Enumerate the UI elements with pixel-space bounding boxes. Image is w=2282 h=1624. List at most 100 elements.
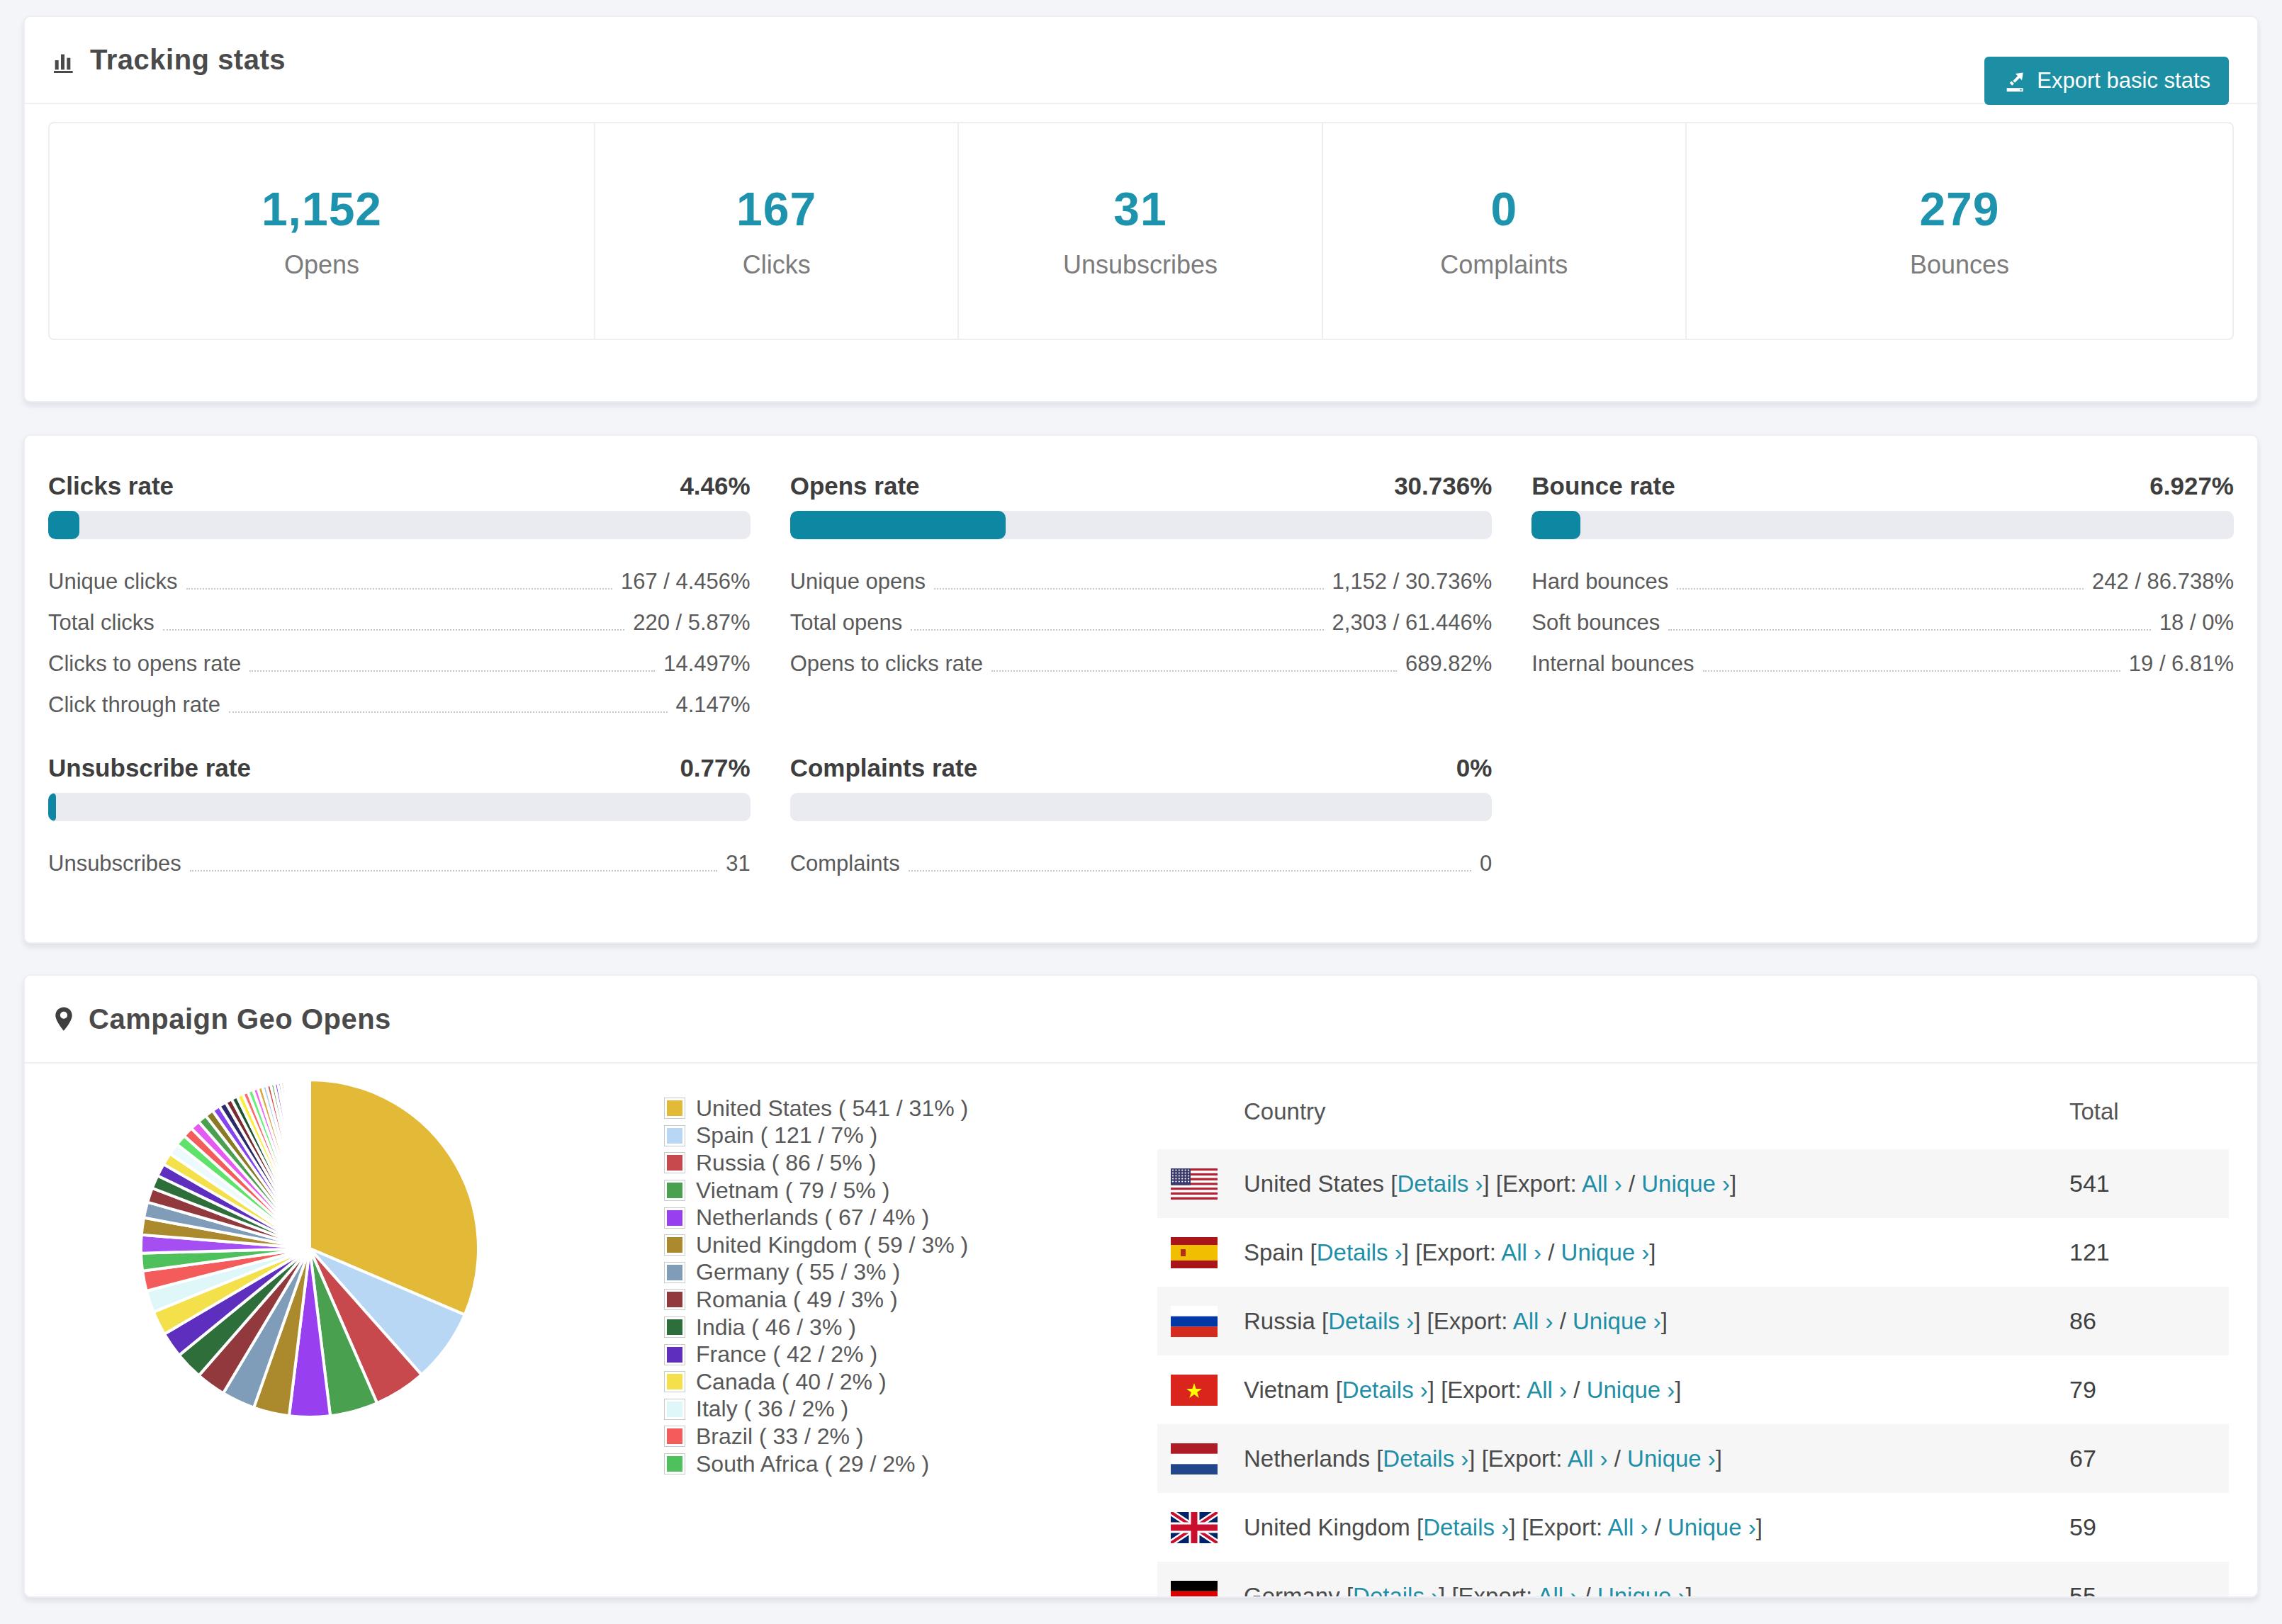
divider [25,103,2257,104]
complaints-progress-bar [790,793,1493,821]
export-all-link[interactable]: All › [1527,1377,1567,1403]
details-link[interactable]: Details › [1353,1583,1439,1598]
legend-color-swatch [665,1153,685,1173]
dotted-leader [186,588,612,590]
export-basic-stats-button[interactable]: Export basic stats [1984,57,2229,105]
stat-box-opens: 1,152Opens [50,123,595,339]
export-all-link[interactable]: All › [1582,1171,1622,1197]
dotted-leader [229,711,668,713]
stat-label: Bounces [1910,250,2009,280]
legend-label: Brazil ( 33 / 2% ) [696,1423,864,1450]
geo-table-row-us: United States [Details ›] [Export: All ›… [1157,1149,2229,1218]
rate-row: Clicks to opens rate14.497% [48,643,751,684]
export-all-link[interactable]: All › [1568,1445,1608,1472]
legend-color-swatch [665,1098,685,1118]
rate-row: Unique clicks167 / 4.456% [48,560,751,602]
export-unique-link[interactable]: Unique › [1597,1583,1686,1598]
legend-item: Germany ( 55 / 3% ) [665,1259,968,1287]
rate-title: Complaints rate [790,754,978,782]
total-cell: 121 [2069,1239,2229,1266]
rate-row-label: Click through rate [48,692,220,718]
map-pin-icon [50,1003,77,1034]
legend-label: United Kingdom ( 59 / 3% ) [696,1232,968,1258]
rate-value: 0% [1456,754,1493,782]
legend-label: Netherlands ( 67 / 4% ) [696,1205,929,1231]
rate-title: Unsubscribe rate [48,754,251,782]
country-cell: Russia [Details ›] [Export: All › / Uniq… [1244,1308,1668,1335]
tracking-stats-title: Tracking stats [90,44,286,76]
export-unique-link[interactable]: Unique › [1587,1377,1675,1403]
details-link[interactable]: Details › [1423,1514,1509,1540]
stats-summary-row: 1,152Opens167Clicks31Unsubscribes0Compla… [48,122,2234,340]
geo-table-row-vn: Vietnam [Details ›] [Export: All › / Uni… [1157,1355,2229,1424]
total-cell: 59 [2069,1513,2229,1541]
rate-row-label: Total opens [790,610,903,636]
geo-table-row-de: Germany [Details ›] [Export: All › / Uni… [1157,1562,2229,1598]
legend-label: Canada ( 40 / 2% ) [696,1369,887,1395]
rate-value: 30.736% [1394,472,1492,500]
legend-label: Spain ( 121 / 7% ) [696,1122,877,1149]
rate-row: Total opens 2,303 / 61.446% [790,602,1493,643]
export-all-link[interactable]: All › [1501,1239,1541,1265]
export-all-link[interactable]: All › [1608,1514,1648,1540]
export-all-link[interactable]: All › [1538,1583,1578,1598]
ru-flag-icon [1171,1306,1218,1337]
legend-color-swatch [665,1235,685,1255]
unsubscribe-progress-bar [48,793,751,821]
dotted-leader [1703,670,2120,672]
details-link[interactable]: Details › [1317,1239,1403,1265]
rate-row-label: Opens to clicks rate [790,651,983,677]
opens-progress-bar [790,511,1493,539]
export-unique-link[interactable]: Unique › [1627,1445,1716,1472]
rate-row-label: Clicks to opens rate [48,651,241,677]
rate-row-value: 2,303 / 61.446% [1332,610,1493,636]
geo-table-row-ru: Russia [Details ›] [Export: All › / Uniq… [1157,1287,2229,1355]
legend-label: Germany ( 55 / 3% ) [696,1259,900,1285]
details-link[interactable]: Details › [1383,1445,1468,1472]
legend-color-swatch [665,1454,685,1474]
export-unique-link[interactable]: Unique › [1573,1308,1661,1334]
country-name: United Kingdom [1244,1514,1410,1540]
rate-row-value: 689.82% [1405,651,1492,677]
export-unique-link[interactable]: Unique › [1641,1171,1730,1197]
dotted-leader [911,629,1323,631]
rates-grid: Clicks rate4.46%Unique clicks167 / 4.456… [25,436,2257,884]
stat-value: 0 [1490,182,1517,236]
bar-chart-icon [50,46,79,74]
stat-value: 279 [1919,182,1999,236]
rate-row-label: Unique clicks [48,569,178,594]
details-link[interactable]: Details › [1328,1308,1414,1334]
legend-color-swatch [665,1263,685,1282]
vn-flag-icon [1171,1375,1218,1406]
export-unique-link[interactable]: Unique › [1668,1514,1756,1540]
export-all-link[interactable]: All › [1513,1308,1553,1334]
geo-opens-pie-chart[interactable] [138,1077,481,1420]
country-name: United States [1244,1171,1384,1197]
rate-row-value: 4.147% [676,692,751,718]
country-column-header: Country [1244,1098,1326,1125]
total-cell: 79 [2069,1376,2229,1404]
export-icon [2003,69,2027,93]
legend-item: Brazil ( 33 / 2% ) [665,1423,968,1450]
rate-row: Total clicks220 / 5.87% [48,602,751,643]
rate-row-value: 1,152 / 30.736% [1332,569,1493,594]
details-link[interactable]: Details › [1342,1377,1428,1403]
country-cell: Spain [Details ›] [Export: All › / Uniqu… [1244,1239,1656,1266]
rate-row-label: Unsubscribes [48,851,181,876]
clicks-rate-block: Clicks rate4.46%Unique clicks167 / 4.456… [48,471,751,725]
legend-label: Vietnam ( 79 / 5% ) [696,1178,889,1204]
stat-label: Unsubscribes [1063,250,1218,280]
total-cell: 86 [2069,1307,2229,1335]
legend-color-swatch [665,1345,685,1365]
total-cell: 55 [2069,1582,2229,1598]
legend-label: Romania ( 49 / 3% ) [696,1287,898,1313]
details-link[interactable]: Details › [1397,1171,1483,1197]
rate-row-value: 0 [1480,851,1492,876]
dotted-leader [163,629,624,631]
country-name: Vietnam [1244,1377,1329,1403]
dotted-leader [934,588,1324,590]
rate-row-value: 220 / 5.87% [633,610,750,636]
legend-item: Canada ( 40 / 2% ) [665,1368,968,1396]
export-unique-link[interactable]: Unique › [1561,1239,1650,1265]
country-cell: Germany [Details ›] [Export: All › / Uni… [1244,1583,1692,1598]
